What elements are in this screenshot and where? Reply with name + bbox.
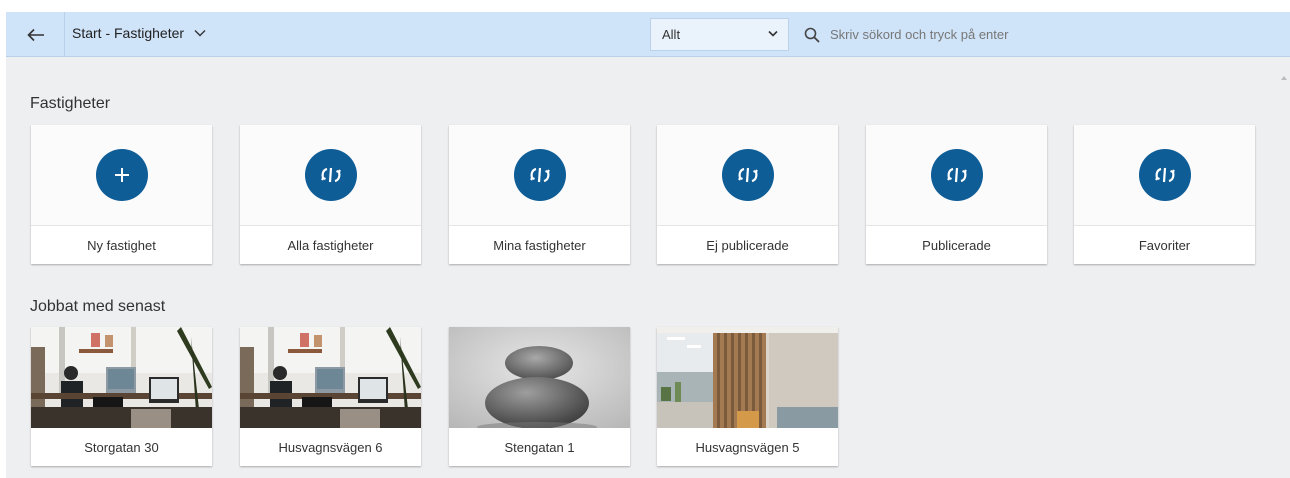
- office-photo: [31, 327, 212, 428]
- recent-card-label: Husvagnsvägen 5: [695, 439, 800, 455]
- refresh-icon: [930, 149, 983, 201]
- back-button[interactable]: [20, 23, 52, 47]
- app-frame: Start - Fastigheter Allt Fastigheter: [6, 12, 1290, 478]
- breadcrumb[interactable]: Start - Fastigheter: [72, 25, 206, 41]
- arrow-left-icon: [27, 28, 44, 42]
- interior-photo: [657, 327, 838, 428]
- tile-icon-area: [449, 125, 630, 226]
- tile-favoriter[interactable]: Favoriter: [1074, 125, 1255, 264]
- tile-icon-area: [1074, 125, 1255, 226]
- tile-label: Favoriter: [1138, 237, 1191, 253]
- tile-publicerade[interactable]: Publicerade: [866, 125, 1047, 264]
- refresh-icon: [721, 149, 774, 201]
- stones-photo: [449, 327, 630, 428]
- tile-label: Ny fastighet: [87, 237, 156, 253]
- recent-card-label: Husvagnsvägen 6: [278, 439, 383, 455]
- chevron-down-icon: [768, 30, 778, 37]
- recent-card-husvagnsvagen-6[interactable]: Husvagnsvägen 6: [240, 327, 421, 466]
- tile-mina-fastigheter[interactable]: Mina fastigheter: [449, 125, 630, 264]
- recent-card-stengatan-1[interactable]: Stengatan 1: [449, 327, 630, 466]
- refresh-icon: [513, 149, 566, 201]
- tile-label: Ej publicerade: [706, 237, 789, 253]
- filter-select[interactable]: Allt: [650, 18, 789, 51]
- tile-ej-publicerade[interactable]: Ej publicerade: [657, 125, 838, 264]
- chevron-down-icon: [194, 30, 206, 37]
- tile-icon-area: [240, 125, 421, 226]
- scroll-up-arrow[interactable]: [1280, 74, 1288, 82]
- tile-icon-area: [31, 125, 212, 226]
- tile-ny-fastighet[interactable]: Ny fastighet: [31, 125, 212, 264]
- recent-card-label: Storgatan 30: [84, 439, 159, 455]
- recent-card-label: Stengatan 1: [504, 439, 575, 455]
- search-input[interactable]: [830, 27, 1230, 42]
- section-title-fastigheter: Fastigheter: [30, 95, 111, 112]
- breadcrumb-label: Start - Fastigheter: [72, 25, 185, 41]
- tile-label: Mina fastigheter: [493, 237, 586, 253]
- tile-icon-area: [866, 125, 1047, 226]
- office-photo: [240, 327, 421, 428]
- section-title-recent: Jobbat med senast: [30, 298, 166, 315]
- refresh-icon: [304, 149, 357, 201]
- recent-card-husvagnsvagen-5[interactable]: Husvagnsvägen 5: [657, 327, 838, 466]
- plus-icon: [95, 149, 148, 201]
- refresh-icon: [1138, 149, 1191, 201]
- top-bar: Start - Fastigheter Allt: [6, 12, 1290, 57]
- search-icon: [804, 27, 820, 43]
- search-bar[interactable]: [804, 18, 1284, 51]
- recent-card-storgatan-30[interactable]: Storgatan 30: [31, 327, 212, 466]
- tile-icon-area: [657, 125, 838, 226]
- header-divider: [64, 12, 65, 57]
- tile-label: Alla fastigheter: [287, 237, 374, 253]
- filter-value: Allt: [662, 27, 681, 42]
- tile-alla-fastigheter[interactable]: Alla fastigheter: [240, 125, 421, 264]
- tile-label: Publicerade: [922, 237, 991, 253]
